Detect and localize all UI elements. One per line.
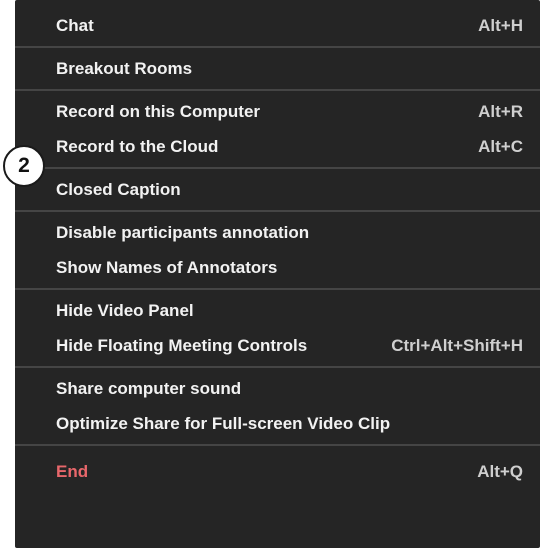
menu-item-end[interactable]: End Alt+Q <box>15 454 540 489</box>
menu-group-share: Share computer sound Optimize Share for … <box>15 368 540 446</box>
menu-item-disable-annotation[interactable]: Disable participants annotation <box>15 215 540 250</box>
menu-group-chat: Chat Alt+H <box>15 0 540 48</box>
menu-item-optimize-share[interactable]: Optimize Share for Full-screen Video Cli… <box>15 406 540 441</box>
more-options-menu: Chat Alt+H Breakout Rooms Record on this… <box>15 0 540 548</box>
menu-item-show-annotators[interactable]: Show Names of Annotators <box>15 250 540 285</box>
menu-item-record-cloud[interactable]: Record to the Cloud Alt+C <box>15 129 540 164</box>
menu-item-shortcut: Ctrl+Alt+Shift+H <box>391 336 523 355</box>
menu-group-end: End Alt+Q <box>15 446 540 492</box>
menu-item-shortcut: Alt+Q <box>477 462 523 481</box>
menu-item-shortcut: Alt+R <box>478 102 523 121</box>
menu-item-label: Record on this Computer <box>56 102 261 121</box>
menu-item-label: Optimize Share for Full-screen Video Cli… <box>56 414 391 433</box>
menu-item-label: Record to the Cloud <box>56 137 219 156</box>
menu-group-annotation: Disable participants annotation Show Nam… <box>15 212 540 290</box>
menu-item-chat[interactable]: Chat Alt+H <box>15 8 540 43</box>
menu-group-recording: Record on this Computer Alt+R Record to … <box>15 91 540 169</box>
menu-item-shortcut: Alt+H <box>478 16 523 35</box>
menu-item-label: Show Names of Annotators <box>56 258 278 277</box>
menu-item-label: Hide Video Panel <box>56 301 194 320</box>
menu-item-label: Chat <box>56 16 94 35</box>
menu-item-breakout-rooms[interactable]: Breakout Rooms <box>15 51 540 86</box>
menu-group-breakout: Breakout Rooms <box>15 48 540 91</box>
menu-item-label: Closed Caption <box>56 180 181 199</box>
menu-item-share-sound[interactable]: Share computer sound <box>15 371 540 406</box>
menu-item-label: Hide Floating Meeting Controls <box>56 336 308 355</box>
menu-item-shortcut: Alt+C <box>478 137 523 156</box>
menu-item-closed-caption[interactable]: Closed Caption <box>15 172 540 207</box>
menu-item-label: Share computer sound <box>56 379 242 398</box>
menu-item-hide-floating-controls[interactable]: Hide Floating Meeting Controls Ctrl+Alt+… <box>15 328 540 363</box>
menu-item-record-computer[interactable]: Record on this Computer Alt+R <box>15 94 540 129</box>
menu-item-label: Disable participants annotation <box>56 223 310 242</box>
menu-item-hide-video-panel[interactable]: Hide Video Panel <box>15 293 540 328</box>
menu-group-video: Hide Video Panel Hide Floating Meeting C… <box>15 290 540 368</box>
menu-item-label: Breakout Rooms <box>56 59 193 78</box>
step-number-badge: 2 <box>3 145 45 187</box>
menu-group-captions: Closed Caption <box>15 169 540 212</box>
menu-item-label: End <box>56 462 89 481</box>
